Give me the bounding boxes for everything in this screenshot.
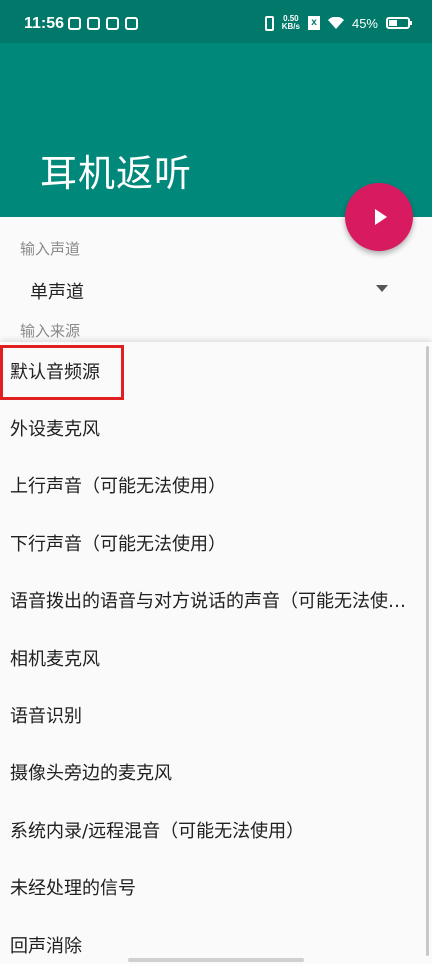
battery-icon [386,17,412,29]
dropdown-item-label: 回声消除 [10,935,82,957]
dropdown-item-remote-submix[interactable]: 系统内录/远程混音（可能无法使用） [0,801,432,858]
dropdown-item-camera-mic[interactable]: 相机麦克风 [0,629,432,686]
wifi-icon [327,17,344,29]
scrollbar[interactable] [426,346,429,956]
app-icon [125,17,138,30]
dropdown-item-voice-recognition[interactable]: 语音识别 [0,686,432,743]
notification-icon [87,17,100,30]
dropdown-item-label: 默认音频源 [10,361,100,383]
status-time: 11:56 [24,15,65,32]
network-speed: 0.50 KB/s [282,15,300,31]
dropdown-item-unprocessed[interactable]: 未经处理的信号 [0,859,432,916]
status-right: 0.50 KB/s x 45% [264,15,412,31]
gesture-nav-bar[interactable] [128,958,304,962]
dropdown-item-echo-cancel[interactable]: 回声消除 [0,916,432,964]
input-channel-select[interactable]: 单声道 [0,262,432,316]
dropdown-item-label: 语音识别 [10,706,82,728]
tiktok-icon [106,17,119,30]
dropdown-item-label: 未经处理的信号 [10,878,136,900]
battery-fill [389,20,397,26]
dropdown-item-label: 相机麦克风 [10,648,100,670]
dropdown-item-label: 下行声音（可能无法使用） [10,533,226,555]
dropdown-item-label: 外设麦克风 [10,419,100,441]
sim-x-icon: x [307,16,320,30]
dropdown-item-voice-call[interactable]: 语音拨出的语音与对方说话的声音（可能无法使用） [0,572,432,629]
dropdown-item-uplink[interactable]: 上行声音（可能无法使用） [0,457,432,514]
play-icon [375,209,387,225]
input-channel-value: 单声道 [30,282,84,303]
input-channel-label: 输入声道 [20,240,81,258]
notification-icon [68,17,81,30]
dropdown-item-default[interactable]: 默认音频源 [0,342,432,399]
battery-percent: 45% [351,15,378,31]
dropdown-item-downlink[interactable]: 下行声音（可能无法使用） [0,514,432,571]
dropdown-item-label: 系统内录/远程混音（可能无法使用） [10,820,305,842]
dropdown-item-camera-side-mic[interactable]: 摄像头旁边的麦克风 [0,744,432,801]
net-speed-unit: KB/s [281,22,300,31]
input-source-label: 输入来源 [20,322,81,340]
play-button[interactable] [345,183,413,251]
notification-icons [68,17,138,30]
input-source-dropdown: 默认音频源 外设麦克风 上行声音（可能无法使用） 下行声音（可能无法使用） 语音… [0,342,432,964]
dropdown-item-external-mic[interactable]: 外设麦克风 [0,399,432,456]
vibrate-icon [264,15,274,31]
dropdown-item-label: 上行声音（可能无法使用） [10,476,226,498]
dropdown-item-label: 语音拨出的语音与对方说话的声音（可能无法使用） [10,591,416,613]
dropdown-item-label: 摄像头旁边的麦克风 [10,763,172,785]
status-bar: 11:56 0.50 KB/s x 45% [0,0,432,43]
page-title: 耳机返听 [40,152,192,195]
dropdown-arrow-icon [376,285,388,292]
